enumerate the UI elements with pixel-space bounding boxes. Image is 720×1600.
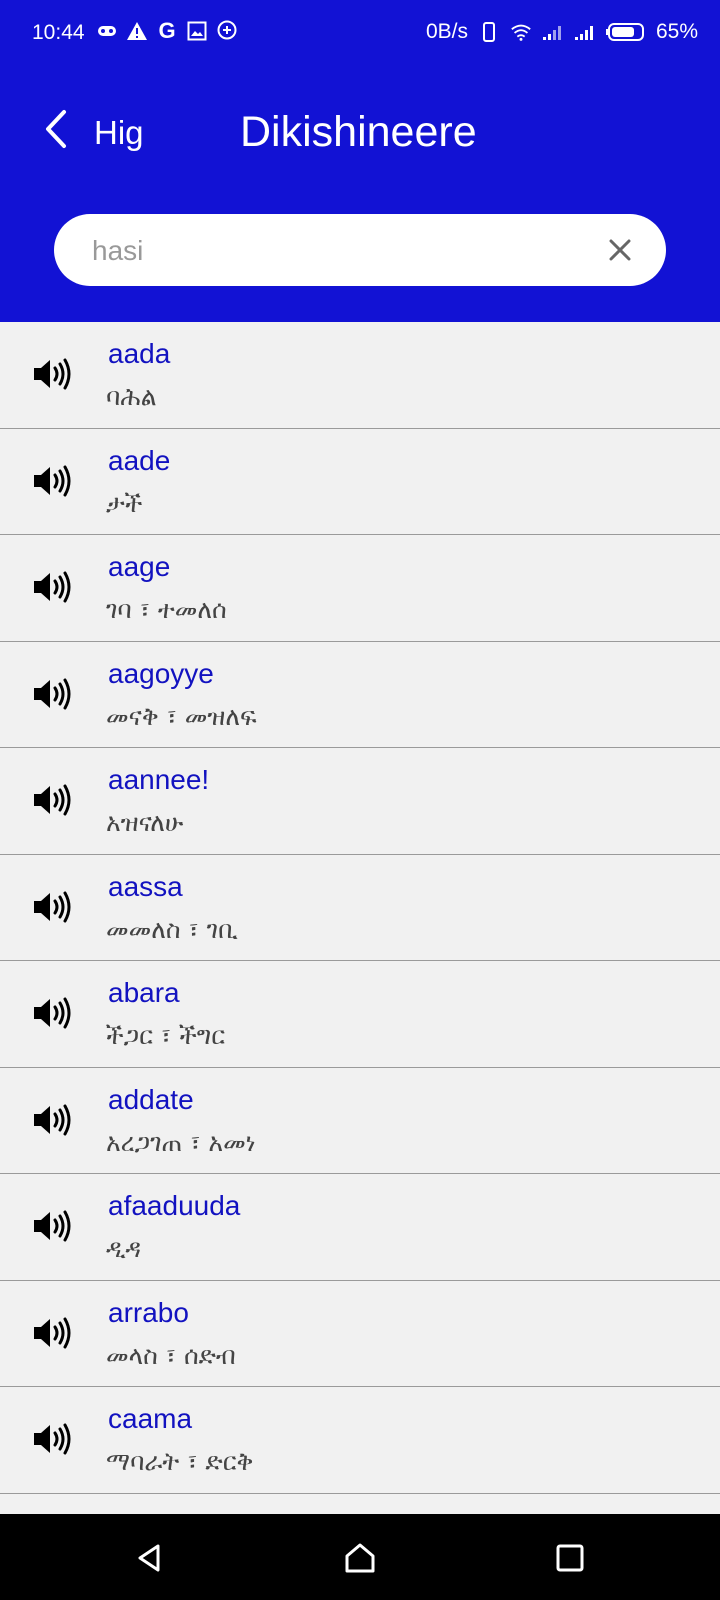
search-input[interactable] — [90, 214, 594, 288]
google-icon: G — [158, 18, 176, 43]
entry-definition: መመለስ ፣ ገቢ — [106, 914, 238, 944]
entry-definition: ዲዳ — [106, 1234, 142, 1263]
status-bar: 10:44 G 0B/s 65% — [0, 0, 720, 66]
speaker-button[interactable] — [32, 676, 72, 712]
list-item[interactable]: aassa መመለስ ፣ ገቢ — [0, 855, 720, 961]
entry-word: abara — [108, 977, 180, 1008]
list-item[interactable]: addate አረጋገጠ ፣ አመነ — [0, 1068, 720, 1174]
dictionary-list: aada ባሕል aade ታች aage ገባ ፣ ተመለሰ aagoyye መናቅ ፣ መ… — [0, 322, 720, 1494]
list-item[interactable]: aada ባሕል — [0, 322, 720, 429]
entry-definition: ገባ ፣ ተመለሰ — [106, 595, 227, 624]
app-header: 10:44 G 0B/s 65% Hig Dikishineere hasi — [0, 0, 720, 322]
entry-definition: ችጋር ፣ ችግር — [106, 1021, 226, 1050]
speaker-icon — [34, 1317, 71, 1348]
entry-definition: መላስ ፣ ሰድብ — [106, 1340, 236, 1370]
entry-word: addate — [108, 1083, 194, 1115]
speaker-icon — [34, 358, 71, 390]
phone-icon — [478, 21, 500, 43]
system-nav-bar — [0, 1514, 720, 1600]
page-title: Dikishineere — [240, 108, 477, 156]
entry-definition: ማባራት ፣ ድርቅ — [106, 1447, 254, 1476]
entry-definition: አረጋገጠ ፣ አመነ — [106, 1127, 256, 1157]
speaker-button[interactable] — [32, 463, 72, 499]
system-status: 0B/s 65% — [426, 20, 698, 44]
back-button[interactable] — [36, 104, 80, 154]
speaker-button[interactable] — [32, 995, 72, 1031]
speaker-button[interactable] — [32, 356, 72, 392]
chevron-left-icon — [46, 110, 66, 148]
plus-bubble-icon — [216, 20, 238, 42]
list-item[interactable]: aage ገባ ፣ ተመለሰ — [0, 535, 720, 642]
speaker-button[interactable] — [32, 1102, 72, 1138]
speaker-icon — [34, 465, 71, 496]
alert-icon — [126, 20, 148, 42]
notification-icons: G — [96, 18, 238, 43]
home-icon — [345, 1543, 375, 1573]
speaker-icon — [34, 1210, 71, 1242]
nav-home-button[interactable] — [342, 1540, 378, 1576]
triangle-back-icon — [138, 1544, 160, 1572]
entry-word: aada — [108, 338, 171, 369]
image-icon — [186, 20, 208, 42]
signal-icon — [542, 21, 564, 43]
speaker-button[interactable] — [32, 1315, 72, 1351]
entry-definition: አዝናለሁ — [106, 808, 184, 837]
list-item[interactable]: abara ችጋር ፣ ችግር — [0, 961, 720, 1068]
list-item[interactable]: caama ማባራት ፣ ድርቅ — [0, 1387, 720, 1494]
clear-search-button[interactable] — [606, 236, 634, 264]
entry-definition: ታች — [106, 488, 143, 518]
game-icon — [96, 20, 118, 42]
battery-level: 65% — [655, 20, 698, 43]
search-bar — [54, 214, 666, 288]
entry-word: aage — [108, 551, 171, 582]
entry-word: afaaduuda — [108, 1190, 241, 1221]
entry-word: aassa — [108, 870, 183, 902]
list-item[interactable]: aannee! አዝናለሁ — [0, 748, 720, 855]
entry-word: aannee! — [108, 764, 210, 795]
status-time: 10:44 — [32, 21, 85, 44]
speaker-icon — [34, 997, 71, 1029]
speaker-icon — [34, 891, 71, 922]
speaker-icon — [34, 784, 71, 816]
signal-icon — [574, 21, 596, 43]
back-label[interactable]: Hig — [94, 114, 144, 152]
nav-back-button[interactable] — [132, 1540, 168, 1576]
entry-definition: ባሕል — [106, 382, 157, 411]
entry-word: aade — [108, 444, 171, 476]
entry-word: caama — [108, 1403, 193, 1434]
speaker-button[interactable] — [32, 782, 72, 818]
battery-icon — [605, 21, 646, 43]
entry-definition: መናቅ ፣ መዝለፍ — [106, 701, 257, 731]
speaker-icon — [34, 678, 71, 709]
network-speed: 0B/s — [425, 20, 468, 43]
square-recents-icon — [556, 1544, 584, 1572]
list-item[interactable]: afaaduuda ዲዳ — [0, 1174, 720, 1281]
wifi-icon — [510, 21, 532, 43]
speaker-button[interactable] — [32, 1208, 72, 1244]
speaker-button[interactable] — [32, 1421, 72, 1457]
speaker-icon — [34, 571, 71, 603]
list-item[interactable]: arrabo መላስ ፣ ሰድብ — [0, 1281, 720, 1387]
nav-recents-button[interactable] — [552, 1540, 588, 1576]
list-item[interactable]: aade ታች — [0, 429, 720, 535]
close-icon — [609, 239, 631, 261]
entry-word: arrabo — [108, 1296, 189, 1328]
entry-word: aagoyye — [108, 657, 214, 689]
speaker-button[interactable] — [32, 889, 72, 925]
speaker-icon — [34, 1423, 71, 1455]
speaker-button[interactable] — [32, 569, 72, 605]
list-item[interactable]: aagoyye መናቅ ፣ መዝለፍ — [0, 642, 720, 748]
speaker-icon — [34, 1104, 71, 1135]
